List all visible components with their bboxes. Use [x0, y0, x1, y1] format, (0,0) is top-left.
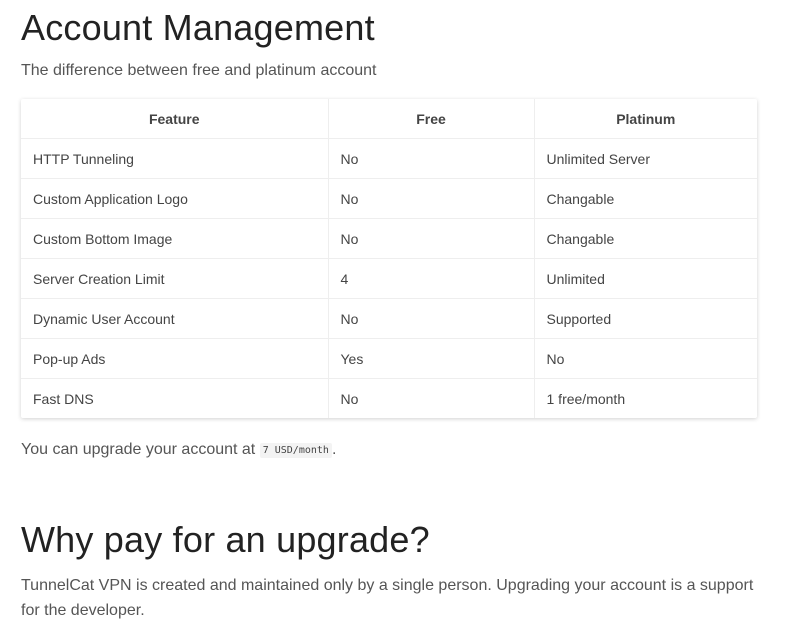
table-row: Pop-up Ads Yes No: [21, 338, 757, 379]
cell-feature: Fast DNS: [21, 378, 329, 418]
cell-free: No: [328, 298, 535, 339]
comparison-table: Feature Free Platinum HTTP Tunneling No …: [21, 99, 757, 418]
cell-platinum: Unlimited: [534, 258, 757, 299]
price-code: 7 USD/month: [259, 443, 332, 458]
table-row: HTTP Tunneling No Unlimited Server: [21, 138, 757, 179]
cell-feature: Server Creation Limit: [21, 258, 329, 299]
upgrade-suffix: .: [331, 441, 337, 458]
why-upgrade-text: TunnelCat VPN is created and maintained …: [21, 577, 754, 619]
cell-free: 4: [328, 258, 535, 299]
comparison-table-card: Feature Free Platinum HTTP Tunneling No …: [21, 99, 757, 418]
cell-free: Yes: [328, 338, 535, 379]
cell-free: No: [328, 218, 535, 259]
cell-platinum: Unlimited Server: [534, 138, 757, 179]
table-row: Dynamic User Account No Supported: [21, 298, 757, 339]
table-header-row: Feature Free Platinum: [21, 99, 757, 139]
cell-platinum: Changable: [534, 218, 757, 259]
cell-platinum: 1 free/month: [546, 390, 626, 407]
table-row: Custom Application Logo No Changable: [21, 178, 757, 219]
cell-platinum: Changable: [534, 178, 757, 219]
why-upgrade-title: Why pay for an upgrade?: [21, 519, 430, 560]
cell-platinum: No: [534, 338, 757, 379]
upgrade-info: You can upgrade your account at 7 USD/mo…: [21, 441, 336, 459]
header-free: Free: [328, 99, 535, 139]
cell-free: No: [328, 138, 535, 179]
cell-feature: Pop-up Ads: [21, 338, 329, 379]
page-title: Account Management: [21, 7, 375, 48]
cell-feature: Dynamic User Account: [21, 298, 329, 339]
table-row: Fast DNS No 1 free/month: [21, 378, 757, 418]
table-row: Server Creation Limit 4 Unlimited: [21, 258, 757, 299]
upgrade-prefix: You can upgrade your account at: [21, 441, 256, 458]
page-subtitle: The difference between free and platinum…: [21, 62, 377, 79]
cell-feature: HTTP Tunneling: [21, 138, 329, 179]
cell-feature: Custom Application Logo: [21, 178, 329, 219]
cell-feature: Custom Bottom Image: [21, 218, 329, 259]
cell-platinum: Supported: [534, 298, 757, 339]
cell-free: No: [328, 378, 535, 418]
header-feature: Feature: [21, 99, 329, 139]
table-row: Custom Bottom Image No Changable: [21, 218, 757, 259]
cell-free: No: [328, 178, 535, 219]
header-platinum: Platinum: [534, 99, 757, 139]
